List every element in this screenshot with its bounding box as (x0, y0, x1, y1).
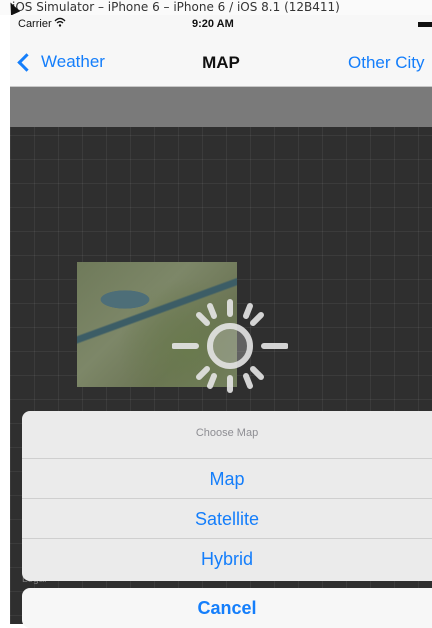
hybrid-option-button[interactable]: Hybrid (22, 539, 432, 579)
back-button[interactable]: Weather (14, 51, 105, 73)
wifi-icon (54, 17, 66, 29)
status-bar: Carrier 9:20 AM (10, 15, 432, 35)
battery-icon (418, 22, 432, 27)
action-sheet: Choose Map Map Satellite Hybrid (22, 411, 432, 581)
satellite-option-button[interactable]: Satellite (22, 499, 432, 539)
loading-spinner-icon (172, 299, 288, 393)
simulator-title-bar: iOS Simulator – iPhone 6 – iPhone 6 / iO… (0, 0, 432, 15)
chevron-left-icon (17, 52, 36, 72)
other-city-button[interactable]: Other City (348, 53, 425, 73)
carrier-label: Carrier (18, 18, 52, 30)
back-button-label: Weather (41, 52, 105, 71)
action-sheet-title: Choose Map (22, 411, 432, 459)
simulator-title: iOS Simulator – iPhone 6 – iPhone 6 / iO… (12, 0, 340, 14)
cancel-button[interactable]: Cancel (22, 588, 432, 628)
map-top-band (10, 87, 432, 127)
status-time: 9:20 AM (192, 18, 234, 30)
map-option-button[interactable]: Map (22, 459, 432, 499)
navigation-bar: Weather MAP Other City (10, 35, 432, 87)
